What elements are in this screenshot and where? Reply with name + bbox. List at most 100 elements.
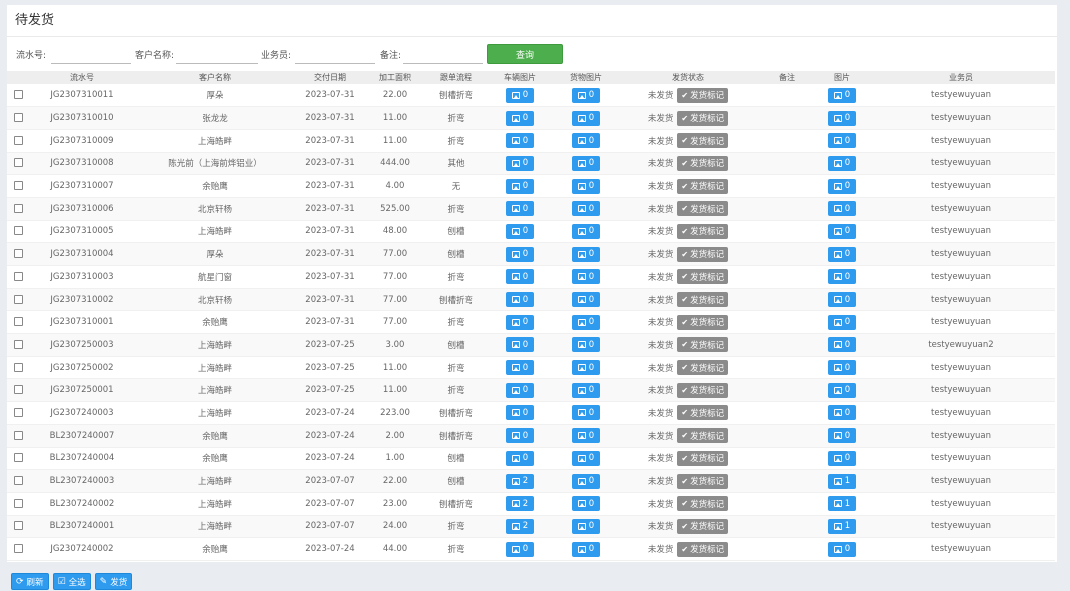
goods-pic-button[interactable]: 0: [572, 405, 600, 421]
vehicle-pic-button[interactable]: 0: [506, 360, 534, 376]
ship-mark-button[interactable]: ✔ 发货标记: [677, 269, 729, 285]
vehicle-pic-button[interactable]: 0: [506, 382, 534, 398]
pic-button[interactable]: 0: [828, 133, 856, 149]
select-all-button[interactable]: ☑ 全选: [52, 573, 91, 590]
ship-mark-button[interactable]: ✔ 发货标记: [677, 518, 729, 534]
goods-pic-button[interactable]: 0: [572, 292, 600, 308]
row-checkbox[interactable]: [13, 113, 23, 123]
vehicle-pic-button[interactable]: 0: [506, 133, 534, 149]
ship-button[interactable]: ✎ 发货: [94, 573, 133, 590]
goods-pic-button[interactable]: 0: [572, 201, 600, 217]
goods-pic-button[interactable]: 0: [572, 314, 600, 330]
pic-button[interactable]: 0: [828, 360, 856, 376]
row-checkbox[interactable]: [13, 453, 23, 463]
vehicle-pic-button[interactable]: 0: [506, 269, 534, 285]
row-checkbox[interactable]: [13, 271, 23, 281]
ship-mark-button[interactable]: ✔ 发货标记: [677, 292, 729, 308]
ship-mark-button[interactable]: ✔ 发货标记: [677, 110, 729, 126]
goods-pic-button[interactable]: 0: [572, 246, 600, 262]
goods-pic-button[interactable]: 0: [572, 178, 600, 194]
goods-pic-button[interactable]: 0: [572, 496, 600, 512]
vehicle-pic-button[interactable]: 0: [506, 337, 534, 353]
vehicle-pic-button[interactable]: 0: [506, 428, 534, 444]
vehicle-pic-button[interactable]: 2: [506, 473, 534, 489]
refresh-button[interactable]: ⟳ 刷新: [11, 573, 49, 590]
ship-mark-button[interactable]: ✔ 发货标记: [677, 496, 729, 512]
ship-mark-button[interactable]: ✔ 发货标记: [677, 405, 729, 421]
row-checkbox[interactable]: [13, 476, 23, 486]
vehicle-pic-button[interactable]: 0: [506, 292, 534, 308]
query-button[interactable]: 查询: [487, 44, 563, 64]
ship-mark-button[interactable]: ✔ 发货标记: [677, 428, 729, 444]
ship-mark-button[interactable]: ✔ 发货标记: [677, 87, 729, 103]
pic-button[interactable]: 1: [828, 518, 856, 534]
goods-pic-button[interactable]: 0: [572, 110, 600, 126]
row-checkbox[interactable]: [13, 158, 23, 168]
vehicle-pic-button[interactable]: 0: [506, 314, 534, 330]
goods-pic-button[interactable]: 0: [572, 87, 600, 103]
ship-mark-button[interactable]: ✔ 发货标记: [677, 360, 729, 376]
ship-mark-button[interactable]: ✔ 发货标记: [677, 541, 729, 557]
pic-button[interactable]: 0: [828, 223, 856, 239]
goods-pic-button[interactable]: 0: [572, 223, 600, 239]
row-checkbox[interactable]: [13, 339, 23, 349]
goods-pic-button[interactable]: 0: [572, 541, 600, 557]
pic-button[interactable]: 0: [828, 110, 856, 126]
pic-button[interactable]: 0: [828, 450, 856, 466]
vehicle-pic-button[interactable]: 0: [506, 246, 534, 262]
goods-pic-button[interactable]: 0: [572, 360, 600, 376]
row-checkbox[interactable]: [13, 181, 23, 191]
row-checkbox[interactable]: [13, 135, 23, 145]
customer-input[interactable]: [176, 48, 258, 64]
ship-mark-button[interactable]: ✔ 发货标记: [677, 382, 729, 398]
ship-mark-button[interactable]: ✔ 发货标记: [677, 201, 729, 217]
pic-button[interactable]: 1: [828, 496, 856, 512]
goods-pic-button[interactable]: 0: [572, 133, 600, 149]
row-checkbox[interactable]: [13, 385, 23, 395]
row-checkbox[interactable]: [13, 90, 23, 100]
ship-mark-button[interactable]: ✔ 发货标记: [677, 450, 729, 466]
row-checkbox[interactable]: [13, 362, 23, 372]
pic-button[interactable]: 0: [828, 382, 856, 398]
vehicle-pic-button[interactable]: 0: [506, 405, 534, 421]
vehicle-pic-button[interactable]: 2: [506, 518, 534, 534]
row-checkbox[interactable]: [13, 249, 23, 259]
pic-button[interactable]: 0: [828, 405, 856, 421]
ship-mark-button[interactable]: ✔ 发货标记: [677, 178, 729, 194]
row-checkbox[interactable]: [13, 407, 23, 417]
pic-button[interactable]: 0: [828, 314, 856, 330]
pic-button[interactable]: 0: [828, 178, 856, 194]
vehicle-pic-button[interactable]: 0: [506, 155, 534, 171]
row-checkbox[interactable]: [13, 317, 23, 327]
vehicle-pic-button[interactable]: 0: [506, 87, 534, 103]
vehicle-pic-button[interactable]: 0: [506, 541, 534, 557]
pic-button[interactable]: 0: [828, 246, 856, 262]
vehicle-pic-button[interactable]: 0: [506, 223, 534, 239]
row-checkbox[interactable]: [13, 294, 23, 304]
vehicle-pic-button[interactable]: 0: [506, 201, 534, 217]
goods-pic-button[interactable]: 0: [572, 428, 600, 444]
pic-button[interactable]: 0: [828, 87, 856, 103]
ship-mark-button[interactable]: ✔ 发货标记: [677, 155, 729, 171]
vehicle-pic-button[interactable]: 2: [506, 496, 534, 512]
pic-button[interactable]: 0: [828, 269, 856, 285]
row-checkbox[interactable]: [13, 521, 23, 531]
pic-button[interactable]: 0: [828, 337, 856, 353]
row-checkbox[interactable]: [13, 430, 23, 440]
vehicle-pic-button[interactable]: 0: [506, 450, 534, 466]
salesman-input[interactable]: [295, 48, 375, 64]
goods-pic-button[interactable]: 0: [572, 382, 600, 398]
row-checkbox[interactable]: [13, 203, 23, 213]
pic-button[interactable]: 0: [828, 541, 856, 557]
ship-mark-button[interactable]: ✔ 发货标记: [677, 473, 729, 489]
vehicle-pic-button[interactable]: 0: [506, 110, 534, 126]
ship-mark-button[interactable]: ✔ 发货标记: [677, 133, 729, 149]
row-checkbox[interactable]: [13, 226, 23, 236]
pic-button[interactable]: 0: [828, 201, 856, 217]
goods-pic-button[interactable]: 0: [572, 269, 600, 285]
serial-input[interactable]: [51, 48, 131, 64]
goods-pic-button[interactable]: 0: [572, 155, 600, 171]
remark-input[interactable]: [403, 48, 483, 64]
ship-mark-button[interactable]: ✔ 发货标记: [677, 337, 729, 353]
ship-mark-button[interactable]: ✔ 发货标记: [677, 223, 729, 239]
